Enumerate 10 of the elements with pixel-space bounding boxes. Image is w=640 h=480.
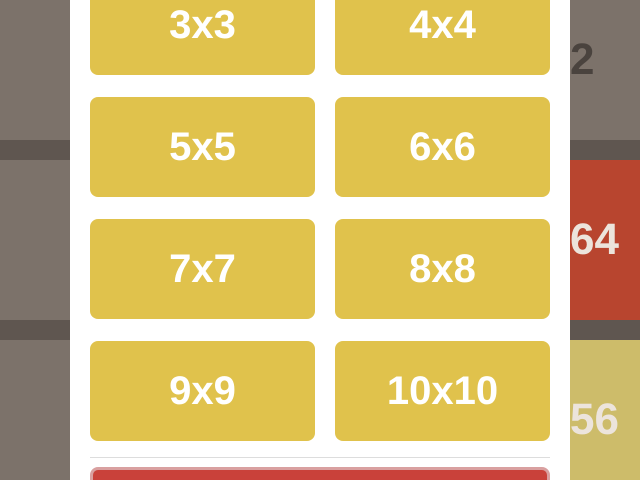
size-option-button[interactable]: 4x4 — [335, 0, 550, 75]
size-option-button[interactable]: 9x9 — [90, 341, 315, 441]
size-option-button[interactable]: 5x5 — [90, 97, 315, 197]
size-option-button[interactable]: 3x3 — [90, 0, 315, 75]
size-option-button[interactable]: 6x6 — [335, 97, 550, 197]
size-option-button[interactable]: 8x8 — [335, 219, 550, 319]
size-option-button[interactable]: 7x7 — [90, 219, 315, 319]
tile-number: 64 — [570, 214, 619, 266]
size-option-button[interactable]: 10x10 — [335, 341, 550, 441]
tile-number: 56 — [570, 394, 619, 446]
